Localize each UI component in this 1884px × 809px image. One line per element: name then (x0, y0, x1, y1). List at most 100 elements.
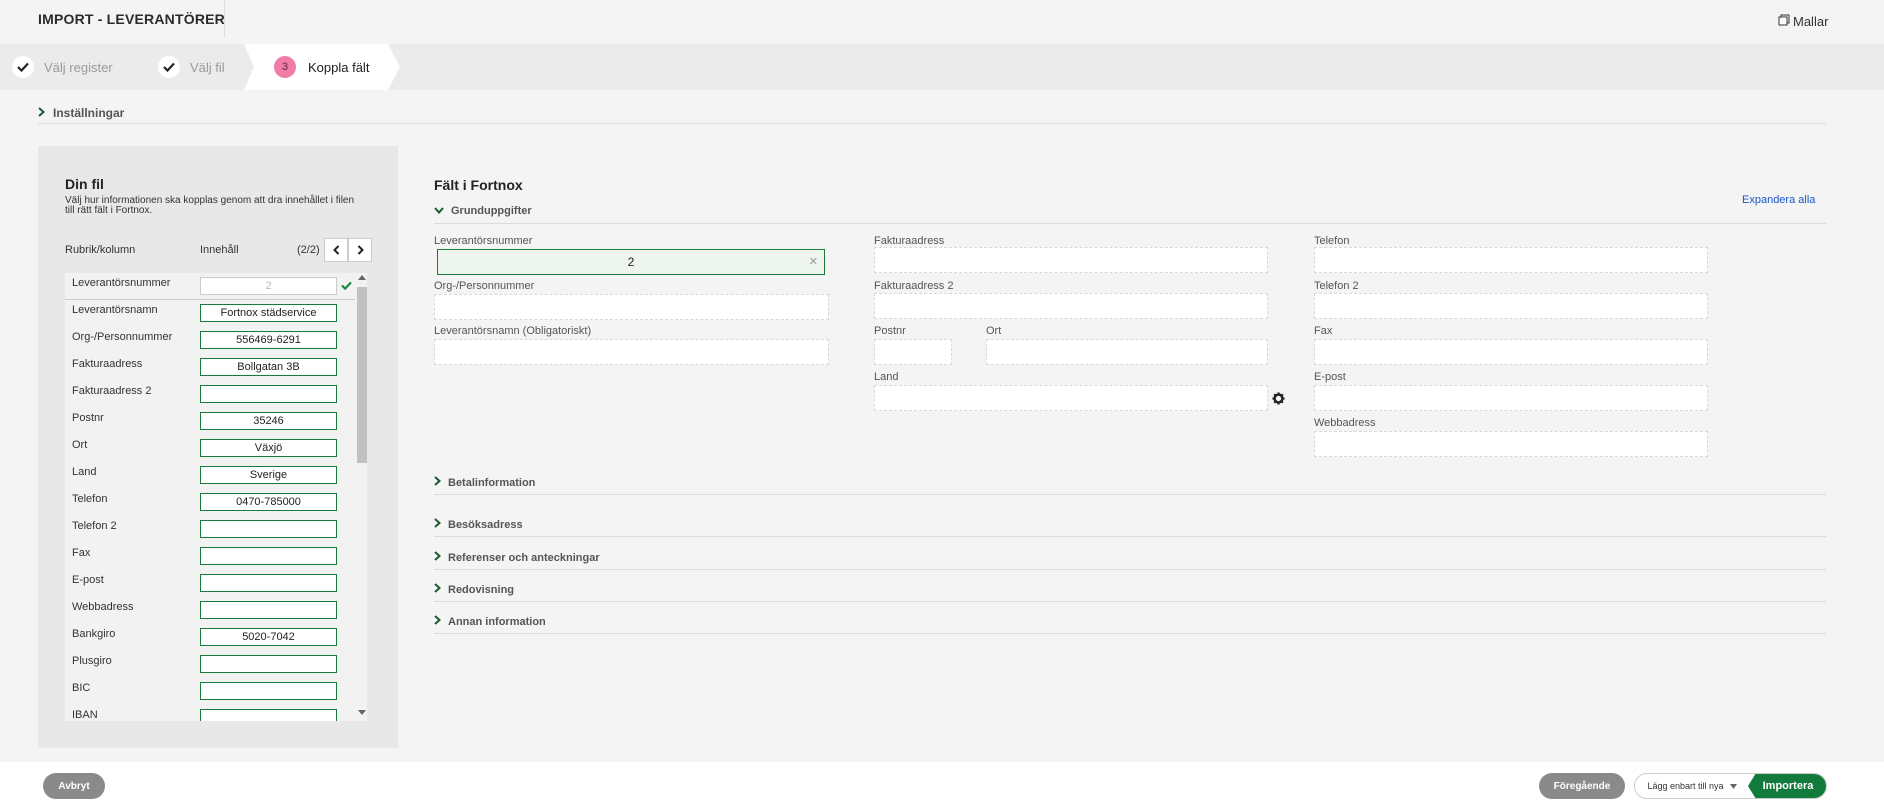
column-value-chip[interactable]: Fortnox städservice (200, 304, 337, 322)
pager-indicator: (2/2) (297, 244, 320, 256)
list-item: Leverantörsnamn Fortnox städservice (65, 300, 355, 327)
list-item: Webbadress (65, 597, 355, 624)
step-select-register[interactable]: Välj register (12, 44, 113, 90)
column-label: Org-/Personnummer (72, 331, 173, 343)
templates-link[interactable]: Mallar (1778, 14, 1828, 29)
column-value-chip[interactable] (200, 385, 337, 403)
list-scrollbar[interactable] (355, 273, 367, 721)
column-value-chip[interactable] (200, 574, 337, 592)
templates-label: Mallar (1793, 14, 1829, 29)
postal-code-dropzone[interactable] (874, 339, 952, 365)
section-label: Grunduppgifter (451, 205, 532, 217)
field-label: Leverantörsnummer (434, 235, 533, 247)
email-dropzone[interactable] (1314, 385, 1708, 411)
field-label: Fakturaadress (874, 235, 945, 247)
step-label: Välj fil (190, 59, 225, 75)
section-references[interactable]: Referenser och anteckningar (434, 551, 1826, 571)
section-basic-info[interactable]: Grunduppgifter (434, 205, 1826, 225)
column-value-chip[interactable]: Sverige (200, 466, 337, 484)
scroll-up-arrow-icon[interactable] (358, 275, 366, 280)
import-mode-select[interactable]: Lägg enbart till nya (1635, 774, 1749, 798)
field-label: Telefon 2 (1314, 280, 1359, 292)
column-value-chip[interactable]: 35246 (200, 412, 337, 430)
section-label: Annan information (448, 615, 546, 628)
step-map-fields[interactable]: 3 Koppla fält (244, 44, 400, 90)
invoice-address2-dropzone[interactable] (874, 293, 1268, 319)
chevron-right-icon (434, 551, 442, 564)
column-label: Fax (72, 547, 91, 559)
pager-prev-button[interactable] (324, 238, 348, 262)
column-label: Webbadress (72, 601, 134, 613)
list-item: Telefon 2 (65, 516, 355, 543)
field-label: Telefon (1314, 235, 1350, 247)
field-label: Leverantörsnamn (Obligatoriskt) (434, 325, 592, 337)
column-label: Fakturaadress 2 (72, 385, 152, 397)
supplier-number-dropzone[interactable]: 2 ✕ (437, 249, 825, 275)
list-item: Bankgiro 5020-7042 (65, 624, 355, 651)
column-value-chip[interactable] (200, 547, 337, 565)
column-value-chip[interactable]: 5020-7042 (200, 628, 337, 646)
fortnox-fields-title: Fält i Fortnox (434, 177, 523, 193)
website-dropzone[interactable] (1314, 431, 1708, 457)
scroll-thumb[interactable] (357, 287, 367, 463)
section-accounting[interactable]: Redovisning (434, 583, 1826, 603)
list-item: Telefon 0470-785000 (65, 489, 355, 516)
column-value-chip[interactable] (200, 682, 337, 700)
city-dropzone[interactable] (986, 339, 1268, 365)
clear-icon[interactable]: ✕ (809, 250, 818, 274)
divider (434, 633, 1826, 634)
chevron-right-icon (434, 476, 442, 489)
gear-icon[interactable] (1272, 392, 1285, 408)
section-payment-info[interactable]: Betalinformation (434, 476, 1826, 496)
column-value-chip[interactable] (200, 520, 337, 538)
scroll-down-arrow-icon[interactable] (358, 710, 366, 715)
list-item: Fakturaadress 2 (65, 381, 355, 408)
chevron-left-icon (332, 245, 339, 255)
country-dropzone[interactable] (874, 385, 1268, 411)
step-select-file[interactable]: Välj fil (158, 44, 225, 90)
divider (434, 223, 1826, 224)
field-label: Ort (986, 325, 1002, 337)
top-bar: IMPORT - LEVERANTÖRER Mallar (0, 0, 1884, 40)
phone-dropzone[interactable] (1314, 247, 1708, 273)
org-number-dropzone[interactable] (434, 294, 829, 320)
column-value-chip[interactable] (200, 601, 337, 619)
section-visiting-address[interactable]: Besöksadress (434, 518, 1826, 538)
column-value-chip[interactable]: 556469-6291 (200, 331, 337, 349)
list-item: Fax (65, 543, 355, 570)
invoice-address-dropzone[interactable] (874, 247, 1268, 273)
column-value-chip[interactable]: 0470-785000 (200, 493, 337, 511)
previous-button[interactable]: Föregående (1539, 773, 1625, 799)
cancel-button[interactable]: Avbryt (43, 773, 105, 799)
chevron-right-icon (434, 518, 442, 531)
section-other-info[interactable]: Annan information (434, 615, 1826, 635)
supplier-name-dropzone[interactable] (434, 339, 829, 365)
list-item: Org-/Personnummer 556469-6291 (65, 327, 355, 354)
column-value-chip[interactable]: 2 (200, 277, 337, 295)
divider (434, 569, 1826, 570)
column-value-chip[interactable] (200, 655, 337, 673)
fax-dropzone[interactable] (1314, 339, 1708, 365)
file-panel-description: Välj hur informationen ska kopplas genom… (65, 195, 355, 216)
column-value-chip[interactable]: Växjö (200, 439, 337, 457)
list-item: Ort Växjö (65, 435, 355, 462)
import-button[interactable]: Importera (1748, 774, 1826, 798)
section-label: Betalinformation (448, 476, 536, 489)
divider (38, 123, 1826, 124)
column-label: Fakturaadress (72, 358, 143, 370)
check-icon (341, 279, 352, 293)
chevron-right-icon (357, 245, 364, 255)
step-label: Välj register (44, 59, 113, 75)
phone2-dropzone[interactable] (1314, 293, 1708, 319)
settings-toggle[interactable]: Inställningar (38, 106, 124, 120)
file-panel-title: Din fil (65, 176, 104, 192)
column-label: Land (72, 466, 97, 478)
chevron-right-icon (434, 583, 442, 596)
column-label: Postnr (72, 412, 104, 424)
import-mode-label: Lägg enbart till nya (1647, 781, 1724, 791)
pager-next-button[interactable] (348, 238, 372, 262)
divider (434, 536, 1826, 537)
column-value-chip[interactable] (200, 709, 337, 721)
column-value-chip[interactable]: Bollgatan 3B (200, 358, 337, 376)
list-item: IBAN (65, 705, 355, 721)
